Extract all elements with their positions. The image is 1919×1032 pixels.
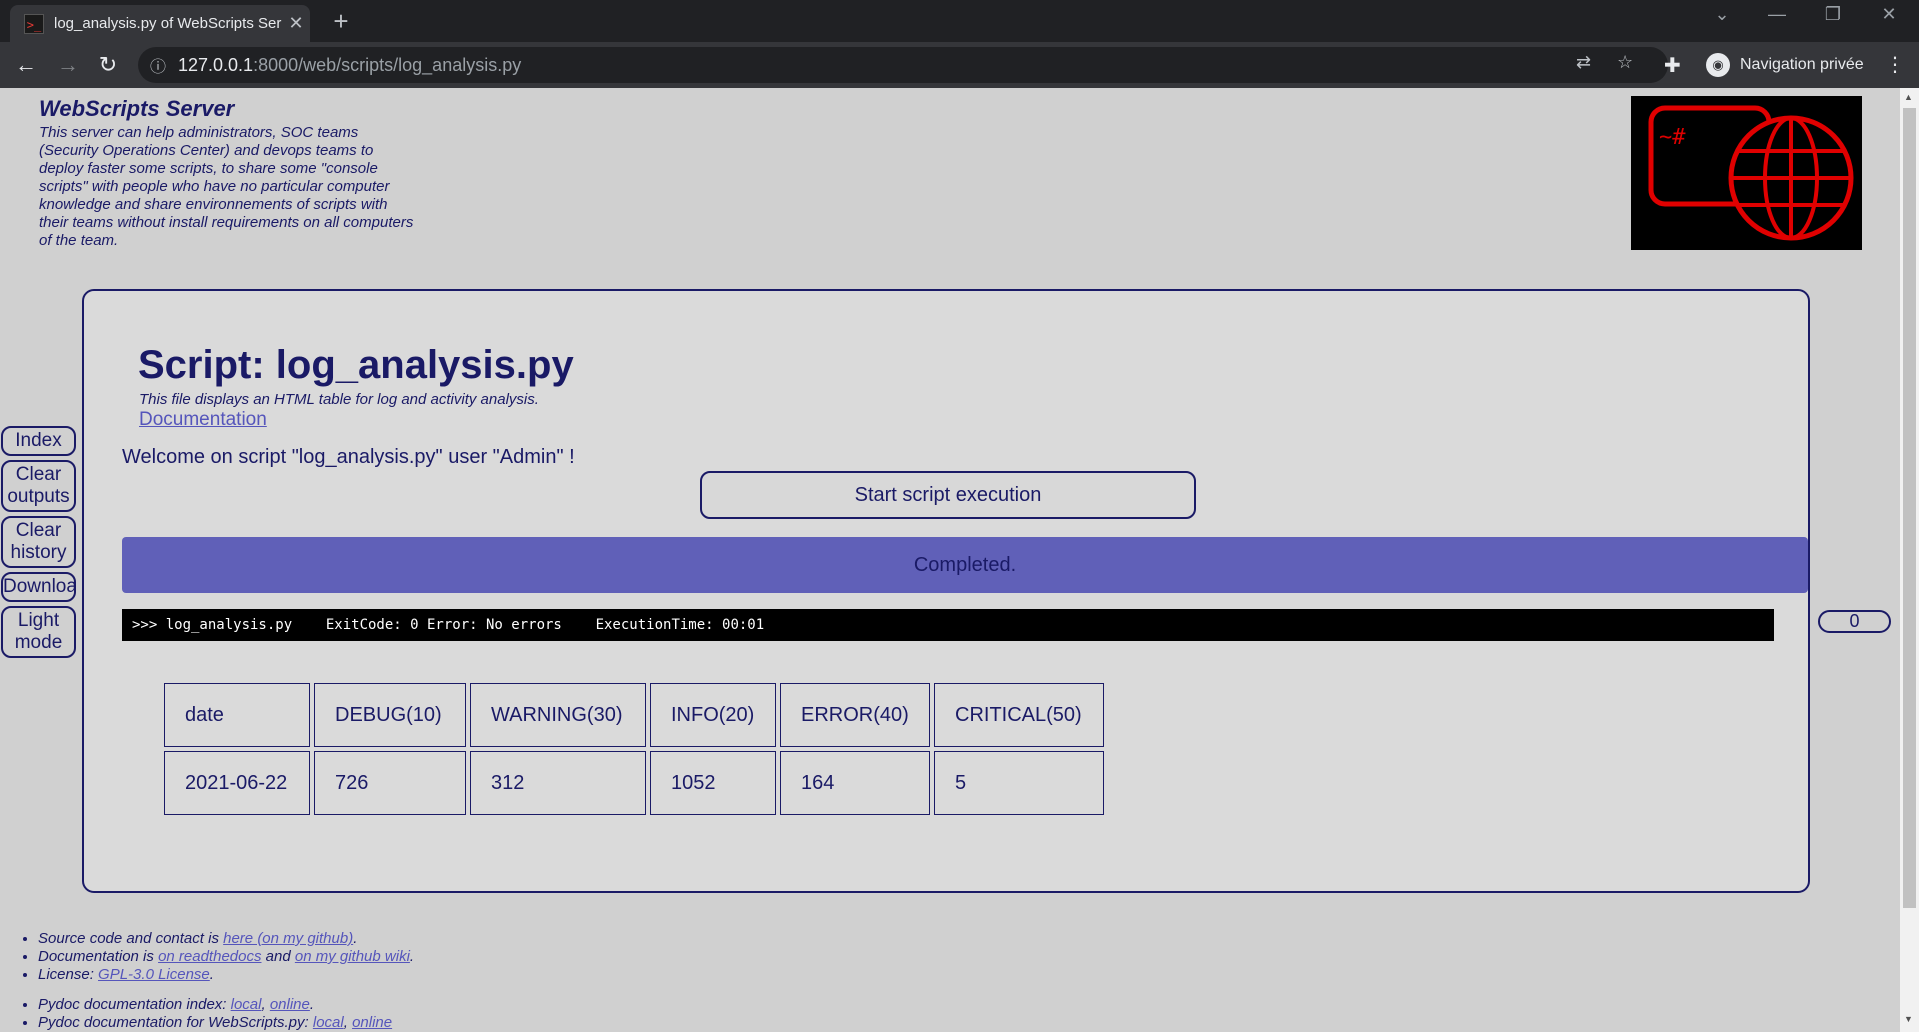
reload-icon[interactable]: ↻ <box>94 51 122 79</box>
table-header-cell: ERROR(40) <box>780 683 930 747</box>
terminal-favicon-icon: >_ <box>24 13 44 34</box>
footer-text: . <box>209 966 214 983</box>
readthedocs-link[interactable]: on readthedocs <box>158 948 261 965</box>
footer-text: Source code and contact is <box>38 930 224 947</box>
welcome-message: Welcome on script "log_analysis.py" user… <box>122 446 575 468</box>
forward-arrow-icon[interactable]: → <box>54 51 82 79</box>
window-restore-button[interactable]: ❐ <box>1813 4 1853 25</box>
footer-text: . <box>409 948 415 965</box>
footer-source-item: Source code and contact is here (on my g… <box>38 930 414 948</box>
pydoc2-local-link[interactable]: local <box>313 1014 344 1031</box>
translate-icon[interactable]: ⇄ <box>1576 52 1591 73</box>
console-output: >>> log_analysis.py ExitCode: 0 Error: N… <box>122 609 1774 641</box>
tab-title: log_analysis.py of WebScripts Ser <box>54 15 282 32</box>
table-header-cell: WARNING(30) <box>470 683 646 747</box>
url-path: :8000/web/scripts/log_analysis.py <box>253 54 522 75</box>
incognito-profile[interactable]: ◉ Navigation privée <box>1700 48 1876 82</box>
side-navigation: Index Clear outputs Clear history Downlo… <box>1 426 76 662</box>
pydoc2-online-link[interactable]: online <box>352 1014 392 1031</box>
footer-text: . <box>309 996 315 1013</box>
script-title: Script: log_analysis.py <box>138 343 574 387</box>
page-scrollbar[interactable]: ▲ ▼ <box>1900 88 1919 1032</box>
profile-label: Navigation privée <box>1740 56 1864 73</box>
index-button[interactable]: Index <box>1 426 76 456</box>
table-header-row: date DEBUG(10) WARNING(30) INFO(20) ERRO… <box>164 683 1104 747</box>
github-wiki-link[interactable]: on my github wiki <box>295 948 410 965</box>
clear-outputs-button[interactable]: Clear outputs <box>1 460 76 512</box>
globe-terminal-icon: ~# <box>1648 105 1854 241</box>
site-info-icon[interactable]: ⓘ <box>138 53 178 77</box>
footer-pydoc-item: Pydoc documentation index: local, online… <box>38 996 414 1014</box>
clear-history-button[interactable]: Clear history <box>1 516 76 568</box>
scrollbar-thumb[interactable] <box>1903 108 1916 908</box>
pydoc-local-link[interactable]: local <box>231 996 262 1013</box>
browser-tab[interactable]: >_ log_analysis.py of WebScripts Ser ✕ <box>10 5 310 42</box>
scroll-down-icon[interactable]: ▼ <box>1904 1014 1913 1024</box>
extensions-puzzle-icon[interactable]: ✚ <box>1664 53 1681 78</box>
script-description: This file displays an HTML table for log… <box>139 391 539 408</box>
footer-text: Documentation is <box>38 948 159 965</box>
table-header-cell: INFO(20) <box>650 683 776 747</box>
light-mode-button[interactable]: Light mode <box>1 606 76 658</box>
table-header-cell: DEBUG(10) <box>314 683 466 747</box>
table-cell: 312 <box>470 751 646 815</box>
site-title: WebScripts Server <box>39 96 235 121</box>
footer-text: and <box>261 948 295 965</box>
footer-text: Pydoc documentation for WebScripts.py: <box>38 1014 313 1031</box>
footer-pydoc2-item: Pydoc documentation for WebScripts.py: l… <box>38 1014 414 1032</box>
window-minimize-button[interactable]: — <box>1757 4 1797 25</box>
script-card: Script: log_analysis.py This file displa… <box>82 289 1810 893</box>
log-analysis-table: date DEBUG(10) WARNING(30) INFO(20) ERRO… <box>160 679 1108 819</box>
window-close-button[interactable]: ✕ <box>1869 4 1909 25</box>
tab-close-icon[interactable]: ✕ <box>282 13 310 34</box>
table-row: 2021-06-22 726 312 1052 164 5 <box>164 751 1104 815</box>
footer-text: , <box>343 1014 353 1031</box>
tab-search-icon[interactable]: ⌄ <box>1702 4 1742 25</box>
table-header-cell: CRITICAL(50) <box>934 683 1104 747</box>
table-cell: 164 <box>780 751 930 815</box>
footer-doc-item: Documentation is on readthedocs and on m… <box>38 948 414 966</box>
execution-counter[interactable]: 0 <box>1818 610 1891 633</box>
license-link[interactable]: GPL-3.0 License <box>98 966 210 983</box>
back-arrow-icon[interactable]: ← <box>12 51 40 79</box>
table-header-cell: date <box>164 683 310 747</box>
footer-text: . <box>353 930 358 947</box>
pydoc-online-link[interactable]: online <box>270 996 310 1013</box>
logo-prompt: ~# <box>1659 125 1686 150</box>
table-cell: 1052 <box>650 751 776 815</box>
scroll-up-icon[interactable]: ▲ <box>1904 92 1913 102</box>
browser-tab-bar: >_ log_analysis.py of WebScripts Ser ✕ +… <box>0 0 1919 42</box>
page-content: WebScripts Server This server can help a… <box>0 88 1900 1032</box>
webscripts-logo: ~# <box>1631 96 1862 250</box>
address-bar[interactable]: ⓘ 127.0.0.1:8000/web/scripts/log_analysi… <box>138 47 1668 83</box>
footer-text: License: <box>38 966 99 983</box>
footer-text: , <box>261 996 270 1013</box>
url-host: 127.0.0.1 <box>178 54 254 75</box>
footer-text: Pydoc documentation index: <box>38 996 231 1013</box>
incognito-icon: ◉ <box>1706 53 1730 77</box>
footer-license-item: License: GPL-3.0 License. <box>38 966 414 984</box>
table-cell: 5 <box>934 751 1104 815</box>
start-script-button[interactable]: Start script execution <box>700 471 1196 519</box>
site-description: This server can help administrators, SOC… <box>39 124 414 249</box>
bookmark-star-icon[interactable]: ☆ <box>1617 52 1633 73</box>
footer: Source code and contact is here (on my g… <box>18 930 414 1032</box>
footer-spacer <box>38 984 414 996</box>
table-cell: 2021-06-22 <box>164 751 310 815</box>
github-link[interactable]: here (on my github) <box>223 930 353 947</box>
browser-menu-icon[interactable]: ⋮ <box>1885 52 1905 77</box>
documentation-link[interactable]: Documentation <box>139 409 267 431</box>
new-tab-button[interactable]: + <box>326 6 356 37</box>
download-button[interactable]: Download <box>1 572 76 602</box>
status-bar: Completed. <box>122 537 1808 593</box>
browser-toolbar: ← → ↻ ⓘ 127.0.0.1:8000/web/scripts/log_a… <box>0 42 1919 88</box>
table-cell: 726 <box>314 751 466 815</box>
